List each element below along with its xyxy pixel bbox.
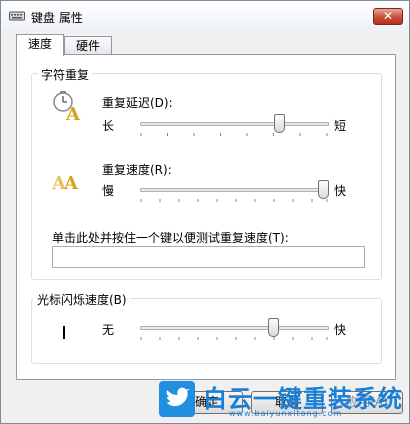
blink-min-label: 无 xyxy=(102,323,115,337)
delay-max-label: 短 xyxy=(334,119,347,133)
rate-slider-thumb[interactable] xyxy=(318,180,329,199)
cursor-blink-group: 光标闪烁速度(B) 无 快 xyxy=(31,291,382,364)
close-button[interactable]: ✕ xyxy=(373,8,403,25)
keyboard-icon xyxy=(9,11,25,21)
delay-slider-ticks xyxy=(140,133,328,136)
rate-max-label: 快 xyxy=(334,184,347,198)
svg-text:A: A xyxy=(63,173,79,192)
rate-label: 重复速度(R): xyxy=(102,163,172,177)
delay-min-label: 长 xyxy=(102,119,115,133)
rate-min-label: 慢 xyxy=(102,184,115,198)
double-letter-a-icon: A A xyxy=(52,173,79,192)
blink-max-label: 快 xyxy=(334,323,347,337)
char-repeat-group-title: 字符重复 xyxy=(38,66,93,83)
watermark: 白云一键重装系统 www.baiyunxitong.com xyxy=(159,379,410,424)
text-cursor-icon xyxy=(63,326,65,339)
bird-logo-icon xyxy=(159,381,195,417)
title-bar[interactable]: 键盘 属性 ✕ xyxy=(1,1,409,31)
tab-hardware[interactable]: 硬件 xyxy=(64,36,112,56)
blink-slider-ticks xyxy=(140,337,328,340)
blink-slider-track xyxy=(140,326,329,330)
clock-letter-a-icon: A xyxy=(53,91,81,122)
cursor-blink-group-title: 光标闪烁速度(B) xyxy=(34,291,130,308)
repeat-test-input[interactable] xyxy=(52,246,365,268)
rate-slider-track xyxy=(140,188,329,192)
tab-speed[interactable]: 速度 xyxy=(16,34,64,56)
window-title: 键盘 属性 xyxy=(31,11,83,25)
keyboard-properties-window: 键盘 属性 ✕ 速度 硬件 字符重复 A 重复延迟(D): 长 短 A A 重复… xyxy=(0,0,410,424)
speed-panel: 字符重复 A 重复延迟(D): 长 短 A A 重复速度(R): 慢 快 单击此… xyxy=(16,54,396,380)
delay-label: 重复延迟(D): xyxy=(102,96,173,110)
blink-slider-thumb[interactable] xyxy=(268,318,280,337)
delay-slider-thumb[interactable] xyxy=(273,114,285,133)
test-label: 单击此处并按住一个键以便测试重复速度(T): xyxy=(52,231,289,245)
watermark-url: www.baiyunxitong.com xyxy=(229,409,343,418)
delay-slider-track xyxy=(140,122,329,126)
rate-slider-ticks xyxy=(140,199,328,202)
char-repeat-group: 字符重复 A 重复延迟(D): 长 短 A A 重复速度(R): 慢 快 单击此… xyxy=(31,66,382,280)
svg-text:A: A xyxy=(65,104,81,122)
